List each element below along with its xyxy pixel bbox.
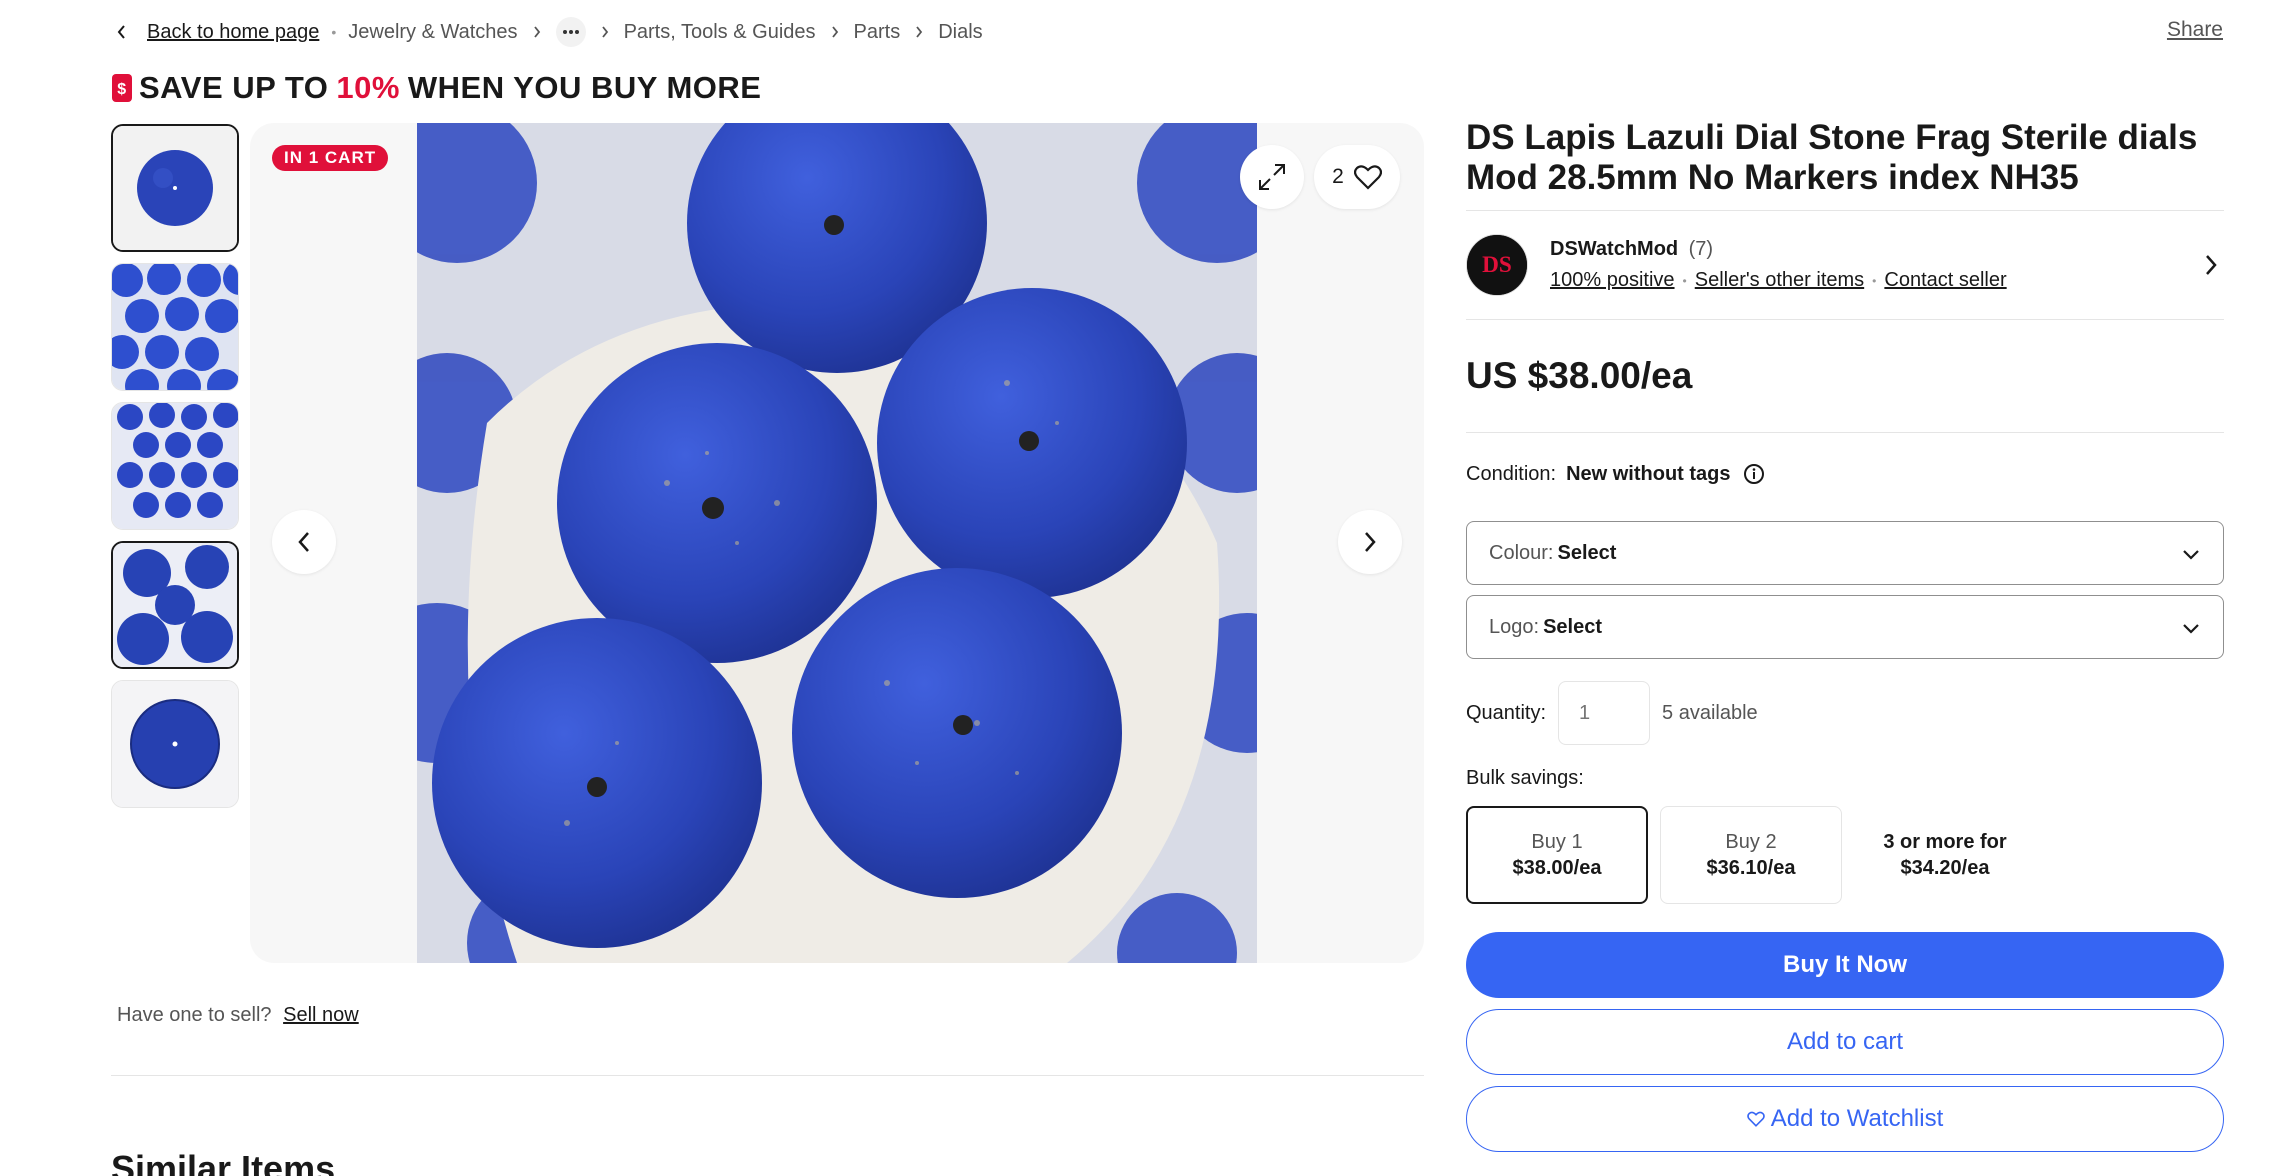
info-icon[interactable] [1743,463,1765,485]
thumbnail-4[interactable] [111,541,239,669]
bulk-option-price: $34.20/ea [1900,857,1990,879]
contact-seller-link[interactable]: Contact seller [1884,269,2006,292]
bulk-option-price: $36.10/ea [1706,857,1796,879]
seller-info[interactable]: DS DSWatchMod (7) 100% positive • Seller… [1466,211,2224,319]
logo-select-value: Select [1543,615,1602,638]
separator-dot: • [1872,273,1877,288]
logo-select[interactable]: Logo: Select [1466,595,2224,659]
expand-image-button[interactable] [1240,145,1304,209]
seller-feedback-link[interactable]: 100% positive [1550,269,1675,292]
bulk-option-price: $38.00/ea [1512,857,1602,879]
chevron-left-icon [298,532,309,552]
thumbnail-2[interactable] [111,263,239,391]
heart-icon [1746,1111,1765,1127]
svg-text:$: $ [117,81,126,98]
add-to-watchlist-button[interactable]: Add to Watchlist [1466,1086,2224,1152]
bulk-option-qty: Buy 2 [1725,831,1777,853]
colour-select-value: Select [1557,541,1617,564]
sell-now-link[interactable]: Sell now [283,1004,359,1026]
promo-banner: $ SAVE UP TO 10% WHEN YOU BUY MORE [111,64,761,112]
logo-select-label: Logo: [1489,615,1540,638]
condition-value: New without tags [1566,462,1731,485]
quantity-label: Quantity: [1466,701,1547,724]
divider [111,1075,1424,1076]
similar-items-heading: Similar Items [111,1148,336,1176]
quantity-input[interactable] [1558,681,1651,745]
item-details: DS Lapis Lazuli Dial Stone Frag Sterile … [1466,118,2224,1176]
chevron-right-icon [914,25,924,39]
thumbnail-3[interactable] [111,402,239,530]
separator-dot: • [331,24,337,40]
promo-text-post: WHEN YOU BUY MORE [407,70,762,105]
chevron-right-icon[interactable] [2204,253,2218,277]
in-cart-badge: IN 1 CART [272,145,389,171]
promo-text-pre: SAVE UP TO [139,70,329,105]
chevron-right-icon [532,25,542,39]
buy-it-now-button[interactable]: Buy It Now [1466,932,2224,998]
share-link[interactable]: Share [2167,18,2223,42]
bulk-savings-label: Bulk savings: [1466,767,1584,789]
bulk-option-qty: 3 or more for [1883,831,2007,853]
thumbnail-list [111,124,239,819]
quantity-available: 5 available [1662,701,1758,724]
chevron-right-icon [830,25,840,39]
quantity-row: Quantity: 5 available [1466,681,2224,745]
seller-name[interactable]: DSWatchMod [1550,238,1678,260]
breadcrumb-item-dials[interactable]: Dials [938,21,982,44]
next-image-button[interactable] [1338,510,1402,574]
seller-avatar[interactable]: DS [1466,234,1528,296]
chevron-right-icon [600,25,610,39]
breadcrumb-item-parts[interactable]: Parts [854,21,901,44]
promo-accent: 10% [336,70,400,105]
watch-count: 2 [1332,165,1344,188]
add-to-watchlist-label: Add to Watchlist [1770,1105,1944,1132]
bulk-option-3[interactable]: 3 or more for $34.20/ea [1854,806,2036,904]
separator-dot: • [1682,273,1687,288]
breadcrumb-item-jewelry[interactable]: Jewelry & Watches [348,21,517,44]
item-title: DS Lapis Lazuli Dial Stone Frag Sterile … [1466,118,2198,197]
colour-select-label: Colour: [1489,541,1554,564]
sell-prompt: Have one to sell? Sell now [117,1004,359,1027]
seller-other-items-link[interactable]: Seller's other items [1695,269,1864,292]
breadcrumb: Back to home page • Jewelry & Watches Pa… [111,14,983,50]
previous-image-button[interactable] [272,510,336,574]
thumbnail-5[interactable] [111,680,239,808]
back-to-home-link[interactable]: Back to home page [147,21,319,44]
svg-text:DS: DS [1482,252,1512,278]
bulk-option-2[interactable]: Buy 2 $36.10/ea [1660,806,1842,904]
chevron-down-icon [2183,550,2199,560]
condition-label: Condition: [1466,462,1557,485]
breadcrumb-item-parts-tools[interactable]: Parts, Tools & Guides [624,21,816,44]
heart-icon [1353,165,1382,190]
product-photo [417,123,1257,963]
bulk-option-1[interactable]: Buy 1 $38.00/ea [1466,806,1648,904]
more-icon[interactable] [555,17,586,47]
bulk-options: Buy 1 $38.00/ea Buy 2 $36.10/ea 3 or mor… [1466,806,2224,904]
watch-count-button[interactable]: 2 [1314,145,1400,209]
chevron-right-icon [1365,532,1376,552]
colour-select[interactable]: Colour: Select [1466,521,2224,585]
bulk-option-qty: Buy 1 [1531,831,1583,853]
expand-icon [1259,164,1285,190]
condition-row: Condition: New without tags [1466,459,2224,489]
seller-feedback-count: (7) [1688,238,1714,260]
add-to-cart-button[interactable]: Add to cart [1466,1009,2224,1075]
chevron-down-icon [2183,624,2199,634]
sell-text: Have one to sell? [117,1004,272,1026]
price-tag-icon: $ [112,74,132,102]
thumbnail-1[interactable] [111,124,239,252]
main-image-viewer[interactable]: IN 1 CART 2 [250,123,1424,963]
item-price: US $38.00/ea [1466,355,1693,396]
divider [1466,432,2224,433]
chevron-left-icon[interactable] [111,21,133,43]
